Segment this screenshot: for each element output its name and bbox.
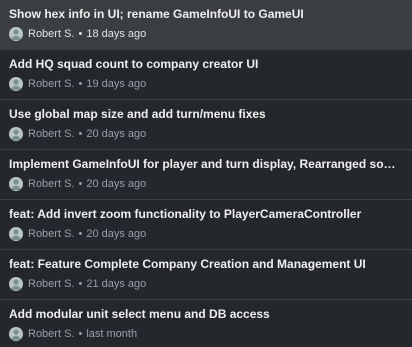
commit-title: Show hex info in UI; rename GameInfoUI t… <box>9 7 304 21</box>
user-avatar-icon <box>9 77 23 91</box>
user-avatar-icon <box>9 227 23 241</box>
commit-title: Add modular unit select menu and DB acce… <box>9 307 270 321</box>
commit-row[interactable]: Implement GameInfoUI for player and turn… <box>0 150 412 200</box>
commit-author: Robert S. <box>28 278 75 290</box>
commit-row[interactable]: feat: Feature Complete Company Creation … <box>0 250 412 300</box>
commit-time: 21 days ago <box>86 278 147 290</box>
user-avatar-icon <box>9 277 23 291</box>
commit-time: 20 days ago <box>86 228 147 240</box>
commit-time: 18 days ago <box>86 28 147 40</box>
commit-row[interactable]: Use global map size and add turn/menu fi… <box>0 100 412 150</box>
commit-author: Robert S. <box>28 78 75 90</box>
commit-meta: Robert S. • 19 days ago <box>9 77 402 91</box>
meta-separator: • <box>78 78 83 90</box>
meta-separator: • <box>78 328 83 340</box>
commit-row[interactable]: Add HQ squad count to company creator UI… <box>0 50 412 100</box>
commit-meta: Robert S. • last month <box>9 327 402 341</box>
commit-author: Robert S. <box>28 128 75 140</box>
meta-separator: • <box>78 28 83 40</box>
user-avatar-icon <box>9 327 23 341</box>
commit-time: 20 days ago <box>86 178 147 190</box>
commit-author: Robert S. <box>28 328 75 340</box>
commit-list: Show hex info in UI; rename GameInfoUI t… <box>0 0 412 347</box>
commit-title: feat: Add invert zoom functionality to P… <box>9 207 362 221</box>
commit-meta: Robert S. • 20 days ago <box>9 177 402 191</box>
commit-row[interactable]: feat: Add invert zoom functionality to P… <box>0 200 412 250</box>
commit-title: Implement GameInfoUI for player and turn… <box>9 157 402 171</box>
commit-title: feat: Feature Complete Company Creation … <box>9 257 366 271</box>
meta-separator: • <box>78 178 83 190</box>
commit-author: Robert S. <box>28 178 75 190</box>
commit-title: Add HQ squad count to company creator UI <box>9 57 259 71</box>
commit-title: Use global map size and add turn/menu fi… <box>9 107 266 121</box>
commit-meta: Robert S. • 20 days ago <box>9 227 402 241</box>
commit-author: Robert S. <box>28 228 75 240</box>
commit-meta: Robert S. • 21 days ago <box>9 277 402 291</box>
commit-time: 20 days ago <box>86 128 147 140</box>
user-avatar-icon <box>9 177 23 191</box>
user-avatar-icon <box>9 27 23 41</box>
commit-row[interactable]: Show hex info in UI; rename GameInfoUI t… <box>0 0 412 50</box>
commit-author: Robert S. <box>28 28 75 40</box>
meta-separator: • <box>78 228 83 240</box>
user-avatar-icon <box>9 127 23 141</box>
commit-row[interactable]: Add modular unit select menu and DB acce… <box>0 300 412 347</box>
commit-time: 19 days ago <box>86 78 147 90</box>
commit-time: last month <box>86 328 138 340</box>
meta-separator: • <box>78 128 83 140</box>
meta-separator: • <box>78 278 83 290</box>
commit-meta: Robert S. • 20 days ago <box>9 127 402 141</box>
commit-meta: Robert S. • 18 days ago <box>9 27 402 41</box>
